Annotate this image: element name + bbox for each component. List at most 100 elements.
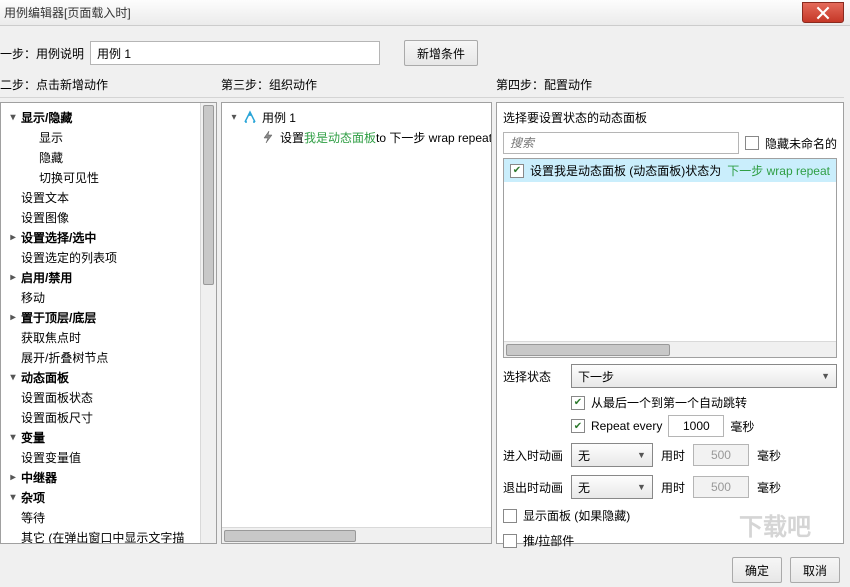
tree-item-label: 动态面板 xyxy=(21,369,69,386)
tree-item[interactable]: ▾杂项 xyxy=(3,487,214,507)
panel-list-item[interactable]: ✔ 设置我是动态面板 (动态面板)状态为 下一步 wrap repeat xyxy=(504,159,836,182)
wrap-label: 从最后一个到第一个自动跳转 xyxy=(591,394,747,411)
tree-item[interactable]: 设置面板状态 xyxy=(3,387,214,407)
horizontal-scrollbar[interactable] xyxy=(222,527,491,543)
chevron-down-icon: ▾ xyxy=(7,111,19,123)
vertical-scrollbar[interactable] xyxy=(200,103,216,543)
tree-item[interactable]: ▸启用/禁用 xyxy=(3,267,214,287)
configure-panel: 选择要设置状态的动态面板 隐藏未命名的 ✔ 设置我是动态面板 (动态面板)状态为… xyxy=(496,102,844,544)
configure-section-label: 选择要设置状态的动态面板 xyxy=(503,107,837,128)
tree-item[interactable]: 展开/折叠树节点 xyxy=(3,347,214,367)
show-panel-checkbox[interactable] xyxy=(503,509,517,523)
tree-item-label: 显示/隐藏 xyxy=(21,109,72,126)
enter-anim-value: 无 xyxy=(578,447,590,464)
list-h-scrollbar[interactable] xyxy=(504,341,836,357)
chevron-down-icon: ▾ xyxy=(228,111,240,123)
chevron-down-icon: ▾ xyxy=(7,431,19,443)
action-suffix: to 下一步 wrap repeat xyxy=(376,129,491,146)
tree-item-label: 展开/折叠树节点 xyxy=(21,349,108,366)
case-node[interactable]: ▾ 用例 1 xyxy=(224,107,489,127)
tree-item-label: 启用/禁用 xyxy=(21,269,72,286)
tree-item[interactable]: 设置选定的列表项 xyxy=(3,247,214,267)
spacer-icon xyxy=(7,191,19,203)
tree-item[interactable]: 移动 xyxy=(3,287,214,307)
hide-unnamed-checkbox[interactable] xyxy=(745,136,759,150)
tree-item-label: 切换可见性 xyxy=(39,169,99,186)
wrap-checkbox[interactable]: ✔ xyxy=(571,396,585,410)
tree-item-label: 设置选择/选中 xyxy=(21,229,96,246)
search-input[interactable] xyxy=(503,132,739,154)
spacer-icon xyxy=(7,411,19,423)
chevron-right-icon: ▸ xyxy=(7,311,19,323)
tree-item[interactable]: 切换可见性 xyxy=(3,167,214,187)
tree-item-label: 变量 xyxy=(21,429,45,446)
tree-item-label: 设置选定的列表项 xyxy=(21,249,117,266)
case-name-input[interactable] xyxy=(90,41,380,65)
chevron-down-icon: ▾ xyxy=(7,491,19,503)
tree-item-label: 设置面板尺寸 xyxy=(21,409,93,426)
tree-item-label: 设置文本 xyxy=(21,189,69,206)
add-condition-button[interactable]: 新增条件 xyxy=(404,40,478,66)
dialog-buttons: 确定 取消 xyxy=(732,557,840,583)
ms-label-3: 毫秒 xyxy=(757,479,781,496)
repeat-checkbox[interactable]: ✔ xyxy=(571,419,585,433)
tree-item-label: 设置面板状态 xyxy=(21,389,93,406)
ms-label-1: 毫秒 xyxy=(730,418,754,435)
enter-anim-select[interactable]: 无 ▼ xyxy=(571,443,653,467)
enter-anim-label: 进入时动画 xyxy=(503,447,563,464)
tree-item[interactable]: ▾变量 xyxy=(3,427,214,447)
case-label: 用例 1 xyxy=(262,109,296,126)
cancel-button[interactable]: 取消 xyxy=(790,557,840,583)
tree-item[interactable]: 设置文本 xyxy=(3,187,214,207)
repeat-interval-input[interactable] xyxy=(668,415,724,437)
tree-item[interactable]: 显示 xyxy=(3,127,214,147)
tree-item[interactable]: 其它 (在弹出窗口中显示文字描 xyxy=(3,527,214,543)
chevron-down-icon: ▾ xyxy=(7,371,19,383)
spacer-icon xyxy=(7,331,19,343)
tree-item[interactable]: 设置图像 xyxy=(3,207,214,227)
chevron-down-icon: ▼ xyxy=(821,371,830,381)
push-pull-checkbox[interactable] xyxy=(503,534,517,548)
actions-tree[interactable]: ▾显示/隐藏显示隐藏切换可见性设置文本设置图像▸设置选择/选中设置选定的列表项▸… xyxy=(1,103,216,543)
titlebar: 用例编辑器[页面载入时] xyxy=(0,0,850,26)
close-button[interactable] xyxy=(802,2,844,23)
duration-label-2: 用时 xyxy=(661,479,685,496)
tree-item[interactable]: 等待 xyxy=(3,507,214,527)
tree-item[interactable]: ▾显示/隐藏 xyxy=(3,107,214,127)
tree-item[interactable]: 设置变量值 xyxy=(3,447,214,467)
tree-item-label: 等待 xyxy=(21,509,45,526)
tree-item[interactable]: ▾动态面板 xyxy=(3,367,214,387)
tree-item[interactable]: ▸置于顶层/底层 xyxy=(3,307,214,327)
action-node[interactable]: 设置 我是动态面板 to 下一步 wrap repeat xyxy=(224,127,489,147)
tree-item-label: 其它 (在弹出窗口中显示文字描 xyxy=(21,529,184,544)
spacer-icon xyxy=(25,131,37,143)
show-panel-label: 显示面板 (如果隐藏) xyxy=(523,507,630,524)
spacer-icon xyxy=(7,531,19,543)
step-headers: 二步：点击新增动作 第三步：组织动作 第四步：配置动作 xyxy=(0,76,844,98)
exit-anim-select[interactable]: 无 ▼ xyxy=(571,475,653,499)
spacer-icon xyxy=(7,291,19,303)
tree-item[interactable]: 设置面板尺寸 xyxy=(3,407,214,427)
spacer-icon xyxy=(7,391,19,403)
tree-item[interactable]: ▸设置选择/选中 xyxy=(3,227,214,247)
item-state-link[interactable]: 下一步 wrap repeat xyxy=(727,162,830,179)
tree-item[interactable]: 隐藏 xyxy=(3,147,214,167)
spacer-icon xyxy=(25,151,37,163)
action-link[interactable]: 我是动态面板 xyxy=(304,129,376,146)
exit-duration-input xyxy=(693,476,749,498)
exit-anim-label: 退出时动画 xyxy=(503,479,563,496)
tree-item-label: 中继器 xyxy=(21,469,57,486)
spacer-icon xyxy=(7,251,19,263)
state-select[interactable]: 下一步 ▼ xyxy=(571,364,837,388)
item-checkbox[interactable]: ✔ xyxy=(510,164,524,178)
panel-list: ✔ 设置我是动态面板 (动态面板)状态为 下一步 wrap repeat xyxy=(503,158,837,358)
step1-label: 一步：用例说明 xyxy=(0,45,84,62)
repeat-label: Repeat every xyxy=(591,419,662,433)
chevron-right-icon: ▸ xyxy=(7,231,19,243)
chevron-right-icon: ▸ xyxy=(7,471,19,483)
lightning-icon xyxy=(260,129,276,145)
ok-button[interactable]: 确定 xyxy=(732,557,782,583)
tree-item[interactable]: ▸中继器 xyxy=(3,467,214,487)
step3-header: 第三步：组织动作 xyxy=(221,76,496,93)
tree-item[interactable]: 获取焦点时 xyxy=(3,327,214,347)
